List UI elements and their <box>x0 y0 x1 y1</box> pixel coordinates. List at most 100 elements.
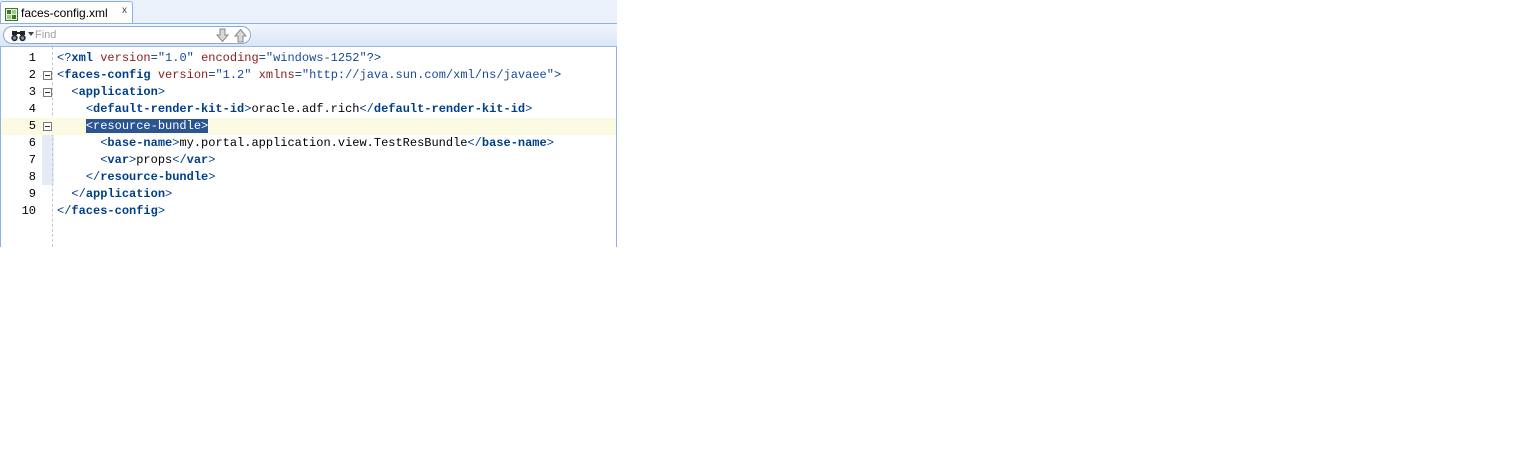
line-number: 8 <box>28 170 36 184</box>
code-token: encoding <box>201 51 259 65</box>
code-token: oracle.adf.rich <box>251 102 360 116</box>
code-token: < <box>85 102 94 116</box>
code-line[interactable]: 7 <var>props</var> <box>1 152 616 169</box>
code-token: > <box>208 153 216 167</box>
code-token: </ <box>57 204 72 218</box>
code-token: > <box>157 204 166 218</box>
code-token: = <box>294 68 302 82</box>
code-token: </ <box>71 187 86 201</box>
code-token: "windows-1252" <box>265 51 367 65</box>
line-number: 7 <box>28 153 36 167</box>
code-token: my.portal.application.view.TestResBundle <box>179 136 468 150</box>
code-token: ?> <box>366 51 382 65</box>
code-text: <faces-config version="1.2" xmlns="http:… <box>57 67 561 84</box>
line-number: 5 <box>28 119 36 133</box>
code-token: default-render-kit-id <box>373 102 526 116</box>
code-token: </ <box>172 153 187 167</box>
tab-title: faces-config.xml <box>21 6 108 20</box>
fold-toggle-icon[interactable] <box>43 88 52 97</box>
code-token: var <box>107 153 130 167</box>
code-text: <var>props</var> <box>57 152 215 169</box>
code-token: application <box>78 85 158 99</box>
arrow-up-icon[interactable] <box>233 28 248 43</box>
line-number: 1 <box>28 51 36 65</box>
code-token: resource-bundle <box>100 170 209 184</box>
code-token: "1.0" <box>157 51 194 65</box>
code-line[interactable]: 8 </resource-bundle> <box>1 169 616 186</box>
chevron-down-icon[interactable] <box>28 32 34 36</box>
code-token: <? <box>57 51 72 65</box>
code-token: default-render-kit-id <box>93 102 245 116</box>
line-number: 6 <box>28 136 36 150</box>
code-token: > <box>546 136 554 150</box>
line-number: 4 <box>28 102 36 116</box>
line-number: 9 <box>28 187 36 201</box>
code-text: <?xml version="1.0" encoding="windows-12… <box>57 50 381 67</box>
code-token: version <box>100 51 151 65</box>
code-token: xml <box>71 51 94 65</box>
find-input[interactable] <box>35 28 213 42</box>
code-token: </ <box>467 136 482 150</box>
code-token: </ <box>85 170 101 184</box>
code-token: var <box>186 153 209 167</box>
code-token: faces-config <box>71 204 158 218</box>
find-box <box>3 26 251 44</box>
fold-toggle-icon[interactable] <box>43 71 52 80</box>
code-line[interactable]: 9 </application> <box>1 186 616 203</box>
selected-text: <resource-bundle> <box>85 119 209 133</box>
code-line[interactable]: 4 <default-render-kit-id>oracle.adf.rich… <box>1 101 616 118</box>
code-token: = <box>150 51 158 65</box>
xml-file-icon <box>5 6 18 21</box>
code-token: > <box>165 187 173 201</box>
editor-tab-bar: faces-config.xml x <box>0 0 617 24</box>
code-line[interactable]: 6 <base-name>my.portal.application.view.… <box>1 135 616 152</box>
code-token: xmlns <box>258 68 295 82</box>
code-token: </ <box>359 102 374 116</box>
code-line[interactable]: 2 <faces-config version="1.2" xmlns="http… <box>1 67 616 84</box>
binoculars-icon[interactable] <box>11 28 26 42</box>
code-text: </faces-config> <box>57 203 165 220</box>
code-line[interactable]: 5 <resource-bundle> <box>1 118 616 135</box>
code-token: version <box>157 68 209 82</box>
line-number: 2 <box>28 68 36 82</box>
close-tab-button[interactable]: x <box>122 5 127 16</box>
code-token: > <box>157 85 166 99</box>
code-line[interactable]: 1 <?xml version="1.0" encoding="windows-1… <box>1 50 616 67</box>
find-toolbar <box>0 24 617 47</box>
code-text: <base-name>my.portal.application.view.Te… <box>57 135 554 152</box>
line-number: 3 <box>28 85 36 99</box>
code-line[interactable]: 10 </faces-config> <box>1 203 616 220</box>
code-text: <default-render-kit-id>oracle.adf.rich</… <box>57 101 533 118</box>
code-text: </resource-bundle> <box>57 169 216 186</box>
code-text: </application> <box>57 186 172 203</box>
code-token: base-name <box>481 136 547 150</box>
fold-toggle-icon[interactable] <box>43 122 52 131</box>
code-token: = <box>258 51 266 65</box>
tab-faces-config[interactable]: faces-config.xml x <box>0 1 133 23</box>
code-token: application <box>85 187 166 201</box>
code-token: "http://java.sun.com/xml/ns/javaee" <box>301 68 554 82</box>
code-token: base-name <box>107 136 173 150</box>
code-token: "1.2" <box>215 68 252 82</box>
code-text: <resource-bundle> <box>57 118 209 135</box>
line-number: 10 <box>21 204 36 218</box>
code-token: faces-config <box>64 68 151 82</box>
code-token: < <box>71 85 79 99</box>
code-line[interactable]: 3 <application> <box>1 84 616 101</box>
code-area[interactable]: 1 <?xml version="1.0" encoding="windows-1… <box>0 47 617 247</box>
code-text: <application> <box>57 84 165 101</box>
code-token: props <box>136 153 173 167</box>
code-token: > <box>553 68 562 82</box>
code-token: > <box>208 170 216 184</box>
arrow-down-icon[interactable] <box>215 28 230 43</box>
